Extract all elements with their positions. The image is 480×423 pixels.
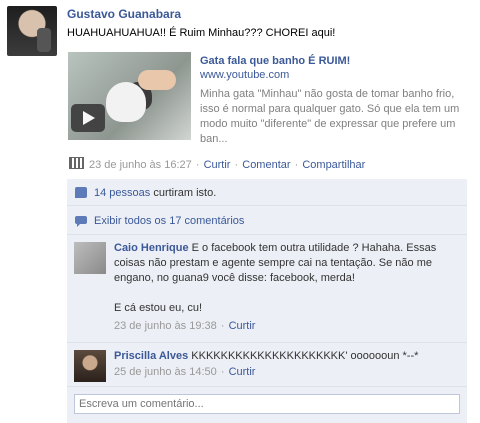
- post-meta: 23 de junho às 16:27 · Curtir · Comentar…: [69, 157, 365, 171]
- comment-bubble-icon: [75, 216, 87, 227]
- separator: ·: [195, 159, 200, 171]
- link-title[interactable]: Gata fala que banho É RUIM!: [200, 55, 350, 67]
- comment-meta: 25 de junho às 14:50 · Curtir: [114, 366, 255, 378]
- comment-like-link[interactable]: Curtir: [229, 320, 256, 332]
- comment-body: Caio Henrique E o facebook tem outra uti…: [114, 241, 459, 316]
- commenter-avatar[interactable]: [74, 242, 106, 274]
- likes-row: 14 pessoas curtiram isto.: [67, 179, 467, 206]
- write-comment-input[interactable]: [74, 394, 460, 414]
- author-avatar[interactable]: [7, 6, 57, 56]
- play-icon[interactable]: [71, 104, 105, 132]
- comment-item: Caio Henrique E o facebook tem outra uti…: [67, 235, 467, 343]
- separator: ·: [220, 366, 225, 378]
- microphone-image: [37, 28, 51, 52]
- separator: ·: [294, 159, 299, 171]
- comment-body: Priscilla Alves KKKKKKKKKKKKKKKKKKKKK' o…: [114, 349, 459, 364]
- likes-text: curtiram isto.: [150, 187, 217, 199]
- comment-meta: 23 de junho às 19:38 · Curtir: [114, 320, 255, 332]
- post-timestamp[interactable]: 23 de junho às 16:27: [89, 159, 192, 171]
- comment-link[interactable]: Comentar: [242, 159, 290, 171]
- comment-text-continued: E cá estou eu, cu!: [114, 302, 203, 314]
- like-link[interactable]: Curtir: [204, 159, 231, 171]
- thumbs-up-icon: [75, 187, 87, 198]
- link-description: Minha gata "Minhau" não gosta de tomar b…: [200, 88, 460, 145]
- commenter-name[interactable]: Priscilla Alves: [114, 350, 188, 362]
- commenter-name[interactable]: Caio Henrique: [114, 242, 189, 254]
- show-all-comments-link[interactable]: Exibir todos os 17 comentários: [94, 215, 244, 227]
- comment-like-link[interactable]: Curtir: [229, 366, 256, 378]
- likes-people-link[interactable]: 14 pessoas: [94, 187, 150, 199]
- post-message: HUAHUAHUAHUA!! É Ruim Minhau??? CHOREI a…: [67, 27, 336, 39]
- comment-timestamp[interactable]: 25 de junho às 14:50: [114, 366, 217, 378]
- separator: ·: [234, 159, 239, 171]
- feedback-box: 14 pessoas curtiram isto. Exibir todos o…: [67, 179, 467, 423]
- cat-image: [106, 82, 146, 122]
- show-all-comments-row[interactable]: Exibir todos os 17 comentários: [67, 206, 467, 235]
- likes-summary: 14 pessoas curtiram isto.: [94, 187, 216, 199]
- video-icon: [69, 157, 84, 169]
- comment-timestamp[interactable]: 23 de junho às 19:38: [114, 320, 217, 332]
- hand-image: [138, 70, 176, 90]
- post-author-link[interactable]: Gustavo Guanabara: [67, 7, 181, 21]
- commenter-avatar[interactable]: [74, 350, 106, 382]
- separator: ·: [220, 320, 225, 332]
- share-link[interactable]: Compartilhar: [302, 159, 365, 171]
- video-thumbnail[interactable]: [68, 52, 191, 140]
- comment-item: Priscilla Alves KKKKKKKKKKKKKKKKKKKKK' o…: [67, 343, 467, 387]
- link-url[interactable]: www.youtube.com: [200, 69, 289, 81]
- write-comment-row: [67, 387, 467, 423]
- comment-text: KKKKKKKKKKKKKKKKKKKKK' ooooooun *--*: [191, 350, 419, 362]
